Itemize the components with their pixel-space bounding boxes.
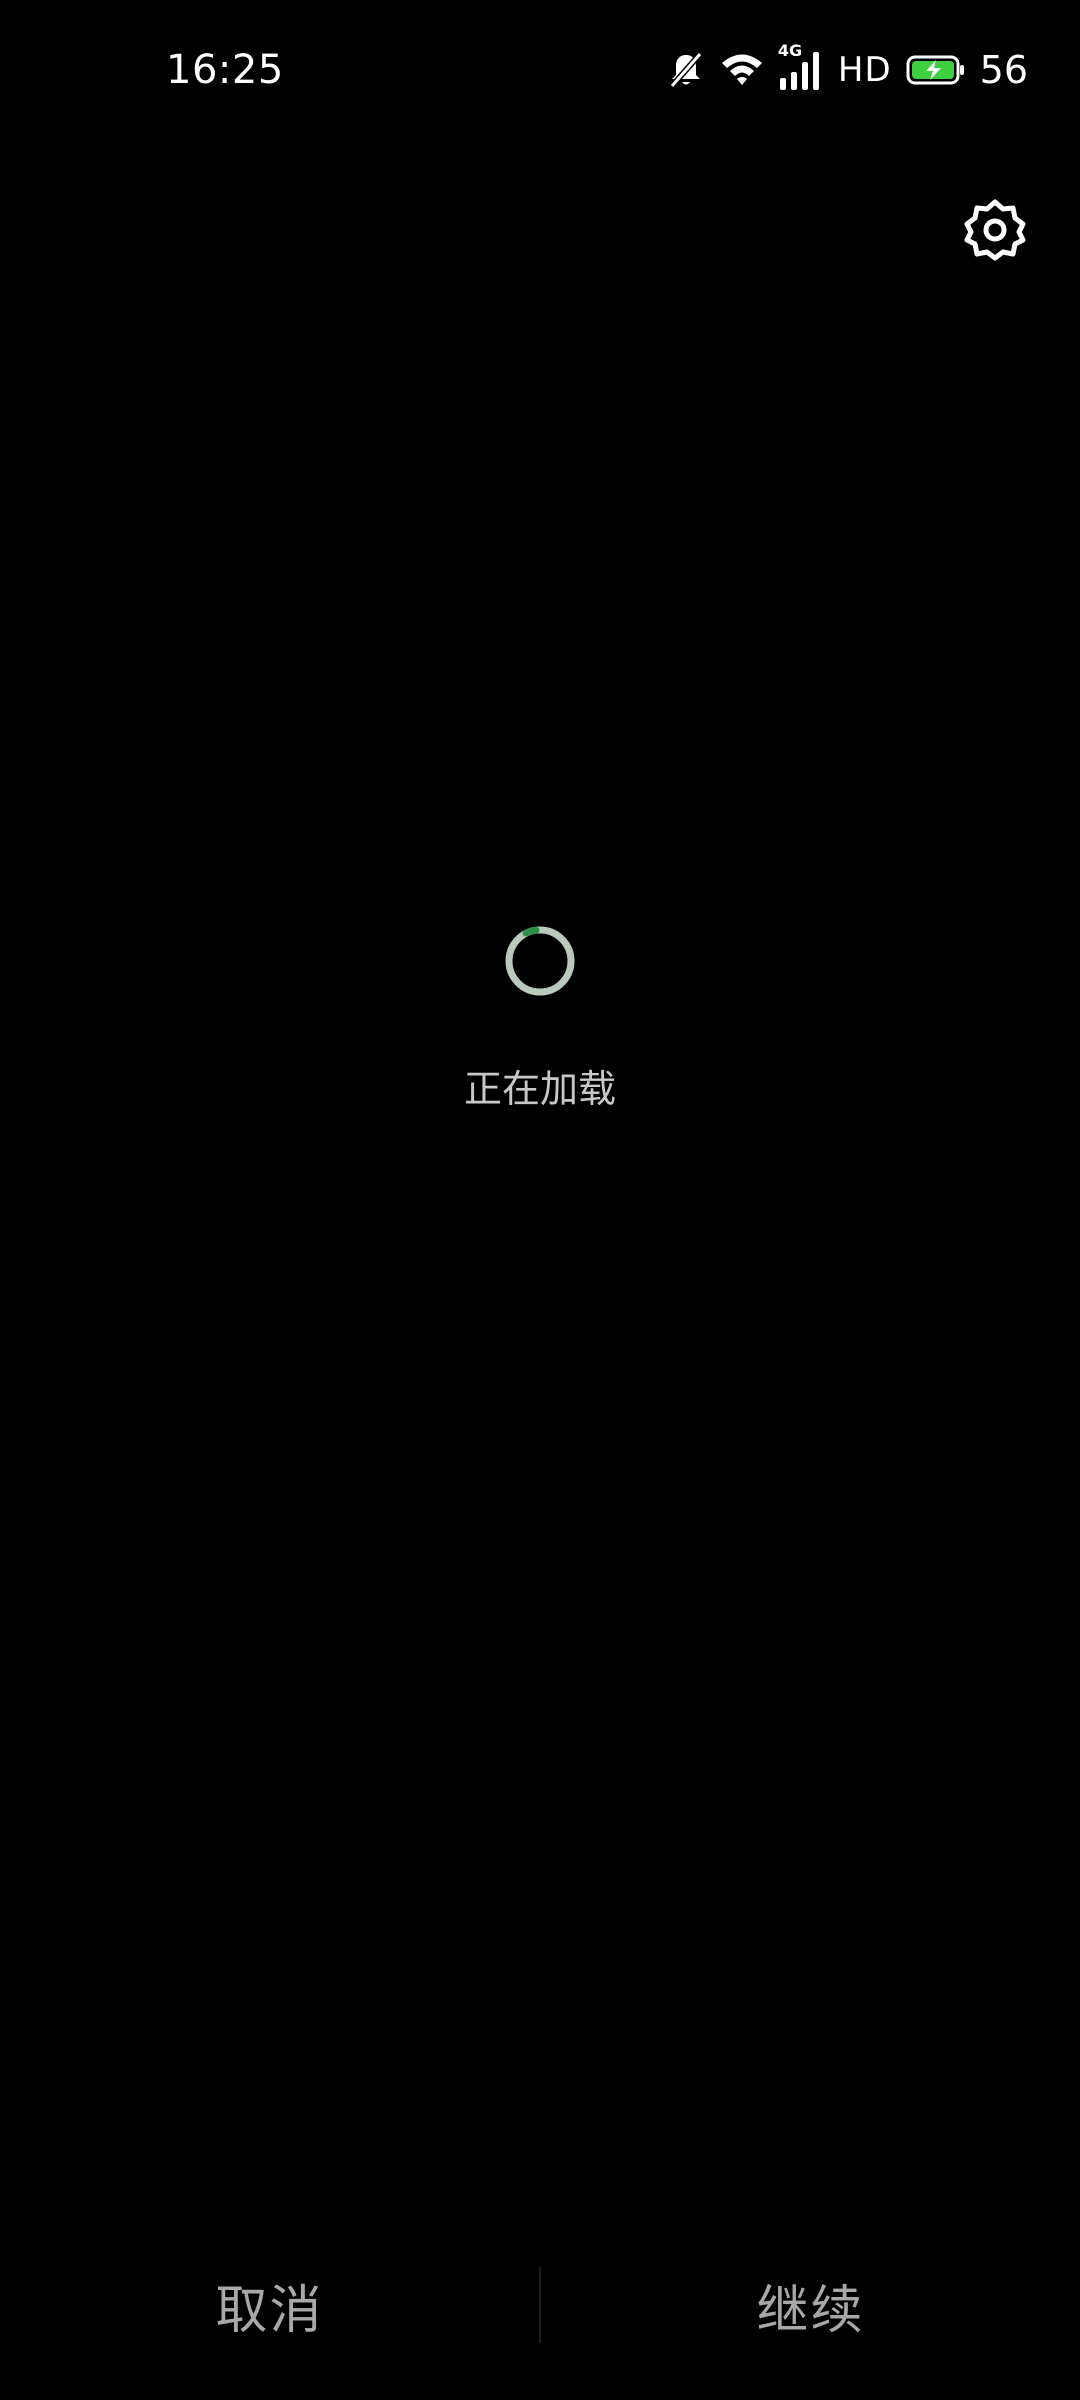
hd-label: HD [837, 50, 892, 90]
battery-charging-icon [906, 54, 966, 86]
gear-icon [964, 199, 1026, 261]
wifi-icon [720, 50, 764, 90]
status-time: 16:25 [166, 47, 284, 93]
battery-level: 56 [979, 48, 1028, 92]
cellular-signal-icon: 4G [778, 42, 824, 92]
cancel-button[interactable]: 取消 [0, 2260, 539, 2350]
loading-indicator: 正在加载 [0, 925, 1080, 1115]
bottom-action-bar: 取消 继续 [0, 2260, 1080, 2350]
loading-text: 正在加载 [463, 1067, 616, 1111]
loading-spinner-icon [505, 926, 575, 996]
settings-button[interactable] [955, 190, 1035, 270]
continue-button[interactable]: 继续 [541, 2260, 1080, 2350]
bell-muted-icon [666, 50, 706, 90]
status-bar: 16:25 4G HD 56 [0, 0, 1080, 140]
status-icons: 4G HD 56 [666, 42, 1028, 98]
